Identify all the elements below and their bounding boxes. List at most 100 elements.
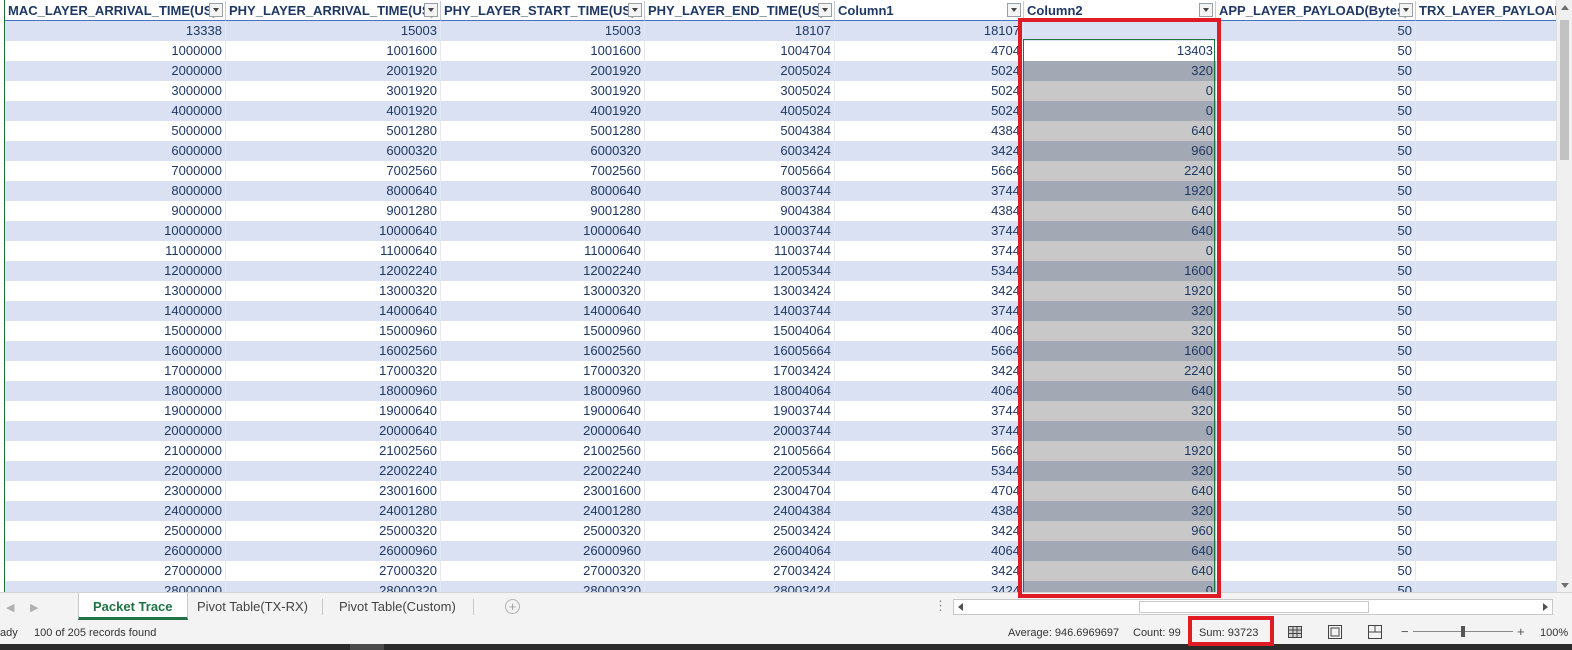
table-cell[interactable]: 27000320: [441, 561, 645, 581]
table-cell[interactable]: 3744: [835, 401, 1024, 421]
table-cell[interactable]: 50: [1216, 541, 1416, 561]
table-cell[interactable]: 18000000: [5, 381, 226, 401]
table-cell[interactable]: 27003424: [645, 561, 835, 581]
column-header[interactable]: PHY_LAYER_END_TIME(US): [645, 1, 835, 21]
table-cell[interactable]: 50: [1216, 141, 1416, 161]
table-cell[interactable]: 5001280: [441, 121, 645, 141]
table-cell[interactable]: 3744: [835, 241, 1024, 261]
table-cell[interactable]: 640: [1024, 561, 1216, 581]
table-cell[interactable]: [1416, 221, 1556, 241]
table-cell[interactable]: 960: [1024, 521, 1216, 541]
table-cell[interactable]: 50: [1216, 161, 1416, 181]
table-cell[interactable]: 6000320: [226, 141, 441, 161]
table-cell[interactable]: 0: [1024, 581, 1216, 592]
table-cell[interactable]: [1416, 521, 1556, 541]
table-cell[interactable]: 0: [1024, 421, 1216, 441]
table-cell[interactable]: 2240: [1024, 161, 1216, 181]
table-cell[interactable]: 11000000: [5, 241, 226, 261]
table-cell[interactable]: 320: [1024, 501, 1216, 521]
table-cell[interactable]: 26004064: [645, 541, 835, 561]
table-cell[interactable]: [1416, 461, 1556, 481]
table-cell[interactable]: 23004704: [645, 481, 835, 501]
table-cell[interactable]: 12002240: [226, 261, 441, 281]
table-cell[interactable]: 2001920: [226, 61, 441, 81]
table-cell[interactable]: 15003: [226, 21, 441, 41]
table-cell[interactable]: 26000000: [5, 541, 226, 561]
table-cell[interactable]: 28000320: [226, 581, 441, 592]
table-cell[interactable]: 19000640: [226, 401, 441, 421]
table-cell[interactable]: 3005024: [645, 81, 835, 101]
table-cell[interactable]: 50: [1216, 201, 1416, 221]
table-cell[interactable]: 11000640: [226, 241, 441, 261]
table-cell[interactable]: 12000000: [5, 261, 226, 281]
table-cell[interactable]: [1416, 161, 1556, 181]
tab-splitter-icon[interactable]: ⋮: [934, 598, 947, 614]
table-cell[interactable]: [1416, 101, 1556, 121]
horizontal-scrollbar[interactable]: [953, 599, 1553, 615]
add-sheet-icon[interactable]: +: [505, 599, 520, 614]
table-cell[interactable]: 17000000: [5, 361, 226, 381]
table-cell[interactable]: 25003424: [645, 521, 835, 541]
table-cell[interactable]: 4001920: [226, 101, 441, 121]
table-cell[interactable]: 0: [1024, 241, 1216, 261]
table-cell[interactable]: 18000960: [441, 381, 645, 401]
table-cell[interactable]: 10000640: [226, 221, 441, 241]
table-cell[interactable]: 1600: [1024, 341, 1216, 361]
table-cell[interactable]: 22002240: [441, 461, 645, 481]
table-cell[interactable]: 50: [1216, 581, 1416, 592]
table-cell[interactable]: 7002560: [441, 161, 645, 181]
table-cell[interactable]: 50: [1216, 261, 1416, 281]
table-cell[interactable]: 50: [1216, 441, 1416, 461]
status-sum[interactable]: Sum: 93723: [1199, 627, 1258, 639]
table-cell[interactable]: 4000000: [5, 101, 226, 121]
column-header[interactable]: Column2: [1024, 1, 1216, 21]
table-cell[interactable]: 5000000: [5, 121, 226, 141]
table-cell[interactable]: 9004384: [645, 201, 835, 221]
tab-pivot-table-custom[interactable]: Pivot Table(Custom): [325, 593, 470, 620]
table-cell[interactable]: [1416, 141, 1556, 161]
table-cell[interactable]: 2001920: [441, 61, 645, 81]
table-cell[interactable]: 14000640: [226, 301, 441, 321]
table-cell[interactable]: 8000640: [226, 181, 441, 201]
table-cell[interactable]: 10000640: [441, 221, 645, 241]
table-cell[interactable]: 640: [1024, 481, 1216, 501]
table-cell[interactable]: 5664: [835, 161, 1024, 181]
table-cell[interactable]: 320: [1024, 61, 1216, 81]
table-cell[interactable]: [1416, 41, 1556, 61]
table-cell[interactable]: 8003744: [645, 181, 835, 201]
table-cell[interactable]: 5004384: [645, 121, 835, 141]
table-cell[interactable]: [1416, 581, 1556, 592]
table-cell[interactable]: 640: [1024, 201, 1216, 221]
table-cell[interactable]: 50: [1216, 421, 1416, 441]
table-cell[interactable]: [1416, 361, 1556, 381]
vertical-scroll-thumb[interactable]: [1560, 20, 1569, 160]
table-cell[interactable]: 0: [1024, 81, 1216, 101]
table-cell[interactable]: 3001920: [226, 81, 441, 101]
table-cell[interactable]: 50: [1216, 461, 1416, 481]
filter-dropdown-icon[interactable]: [818, 3, 832, 17]
table-cell[interactable]: 20000000: [5, 421, 226, 441]
table-cell[interactable]: 50: [1216, 481, 1416, 501]
table-cell[interactable]: 4001920: [441, 101, 645, 121]
status-count[interactable]: Count: 99: [1133, 627, 1181, 639]
table-cell[interactable]: 7000000: [5, 161, 226, 181]
table-cell[interactable]: 12005344: [645, 261, 835, 281]
table-cell[interactable]: 28003424: [645, 581, 835, 592]
table-cell[interactable]: 22002240: [226, 461, 441, 481]
table-cell[interactable]: 10000000: [5, 221, 226, 241]
table-cell[interactable]: 50: [1216, 501, 1416, 521]
table-cell[interactable]: 26000960: [226, 541, 441, 561]
table-cell[interactable]: 5664: [835, 441, 1024, 461]
spreadsheet-grid[interactable]: MAC_LAYER_ARRIVAL_TIME(US) PHY_LAYER_ARRI…: [0, 0, 1556, 592]
table-cell[interactable]: [1416, 341, 1556, 361]
table-cell[interactable]: 2240: [1024, 361, 1216, 381]
table-cell[interactable]: 6000320: [441, 141, 645, 161]
table-cell[interactable]: 9000000: [5, 201, 226, 221]
table-cell[interactable]: 13000000: [5, 281, 226, 301]
column-header[interactable]: TRX_LAYER_PAYLOAD(: [1416, 1, 1556, 21]
table-cell[interactable]: 18107: [835, 21, 1024, 41]
table-cell[interactable]: 21002560: [441, 441, 645, 461]
table-cell[interactable]: 16000000: [5, 341, 226, 361]
table-cell[interactable]: 50: [1216, 41, 1416, 61]
table-cell[interactable]: 16002560: [441, 341, 645, 361]
